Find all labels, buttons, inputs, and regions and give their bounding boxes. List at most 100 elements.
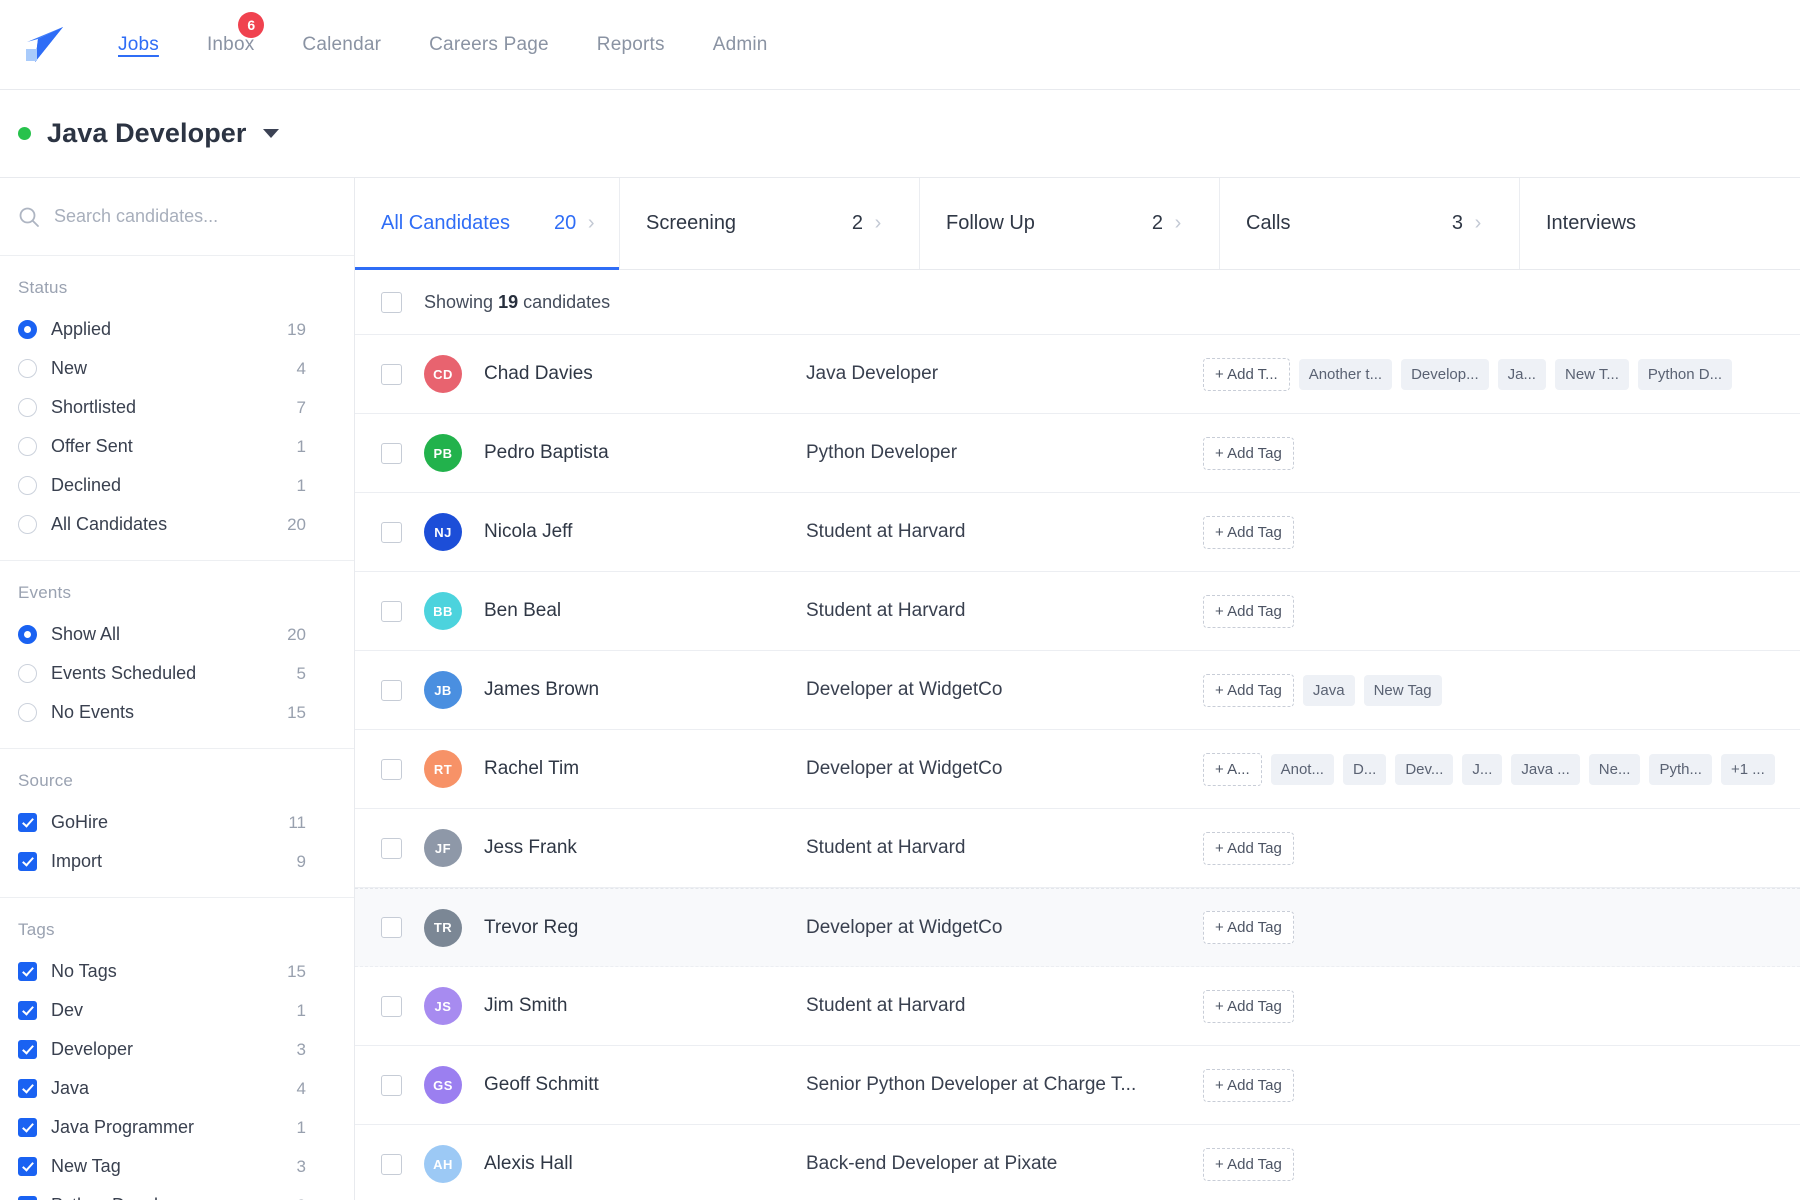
- candidate-name[interactable]: Rachel Tim: [484, 758, 784, 780]
- checkbox[interactable]: [18, 1001, 37, 1020]
- tag-chip[interactable]: Ne...: [1589, 754, 1641, 785]
- add-tag-button[interactable]: + A...: [1203, 753, 1262, 786]
- tag-chip[interactable]: J...: [1462, 754, 1502, 785]
- radio-button[interactable]: [18, 625, 37, 644]
- row-select-checkbox[interactable]: [381, 443, 402, 464]
- row-select-checkbox[interactable]: [381, 996, 402, 1017]
- tag-chip[interactable]: Another t...: [1299, 359, 1392, 390]
- radio-button[interactable]: [18, 437, 37, 456]
- candidate-name[interactable]: Jess Frank: [484, 837, 784, 859]
- tag-chip[interactable]: Java ...: [1511, 754, 1579, 785]
- row-select-checkbox[interactable]: [381, 680, 402, 701]
- tag-chip[interactable]: Ja...: [1498, 359, 1546, 390]
- candidate-name[interactable]: Alexis Hall: [484, 1153, 784, 1175]
- stage-tab-screening[interactable]: Screening2›: [620, 178, 920, 269]
- add-tag-button[interactable]: + Add Tag: [1203, 516, 1294, 549]
- tag-chip[interactable]: New Tag: [1364, 675, 1442, 706]
- tag-chip[interactable]: Pyth...: [1649, 754, 1712, 785]
- candidate-name[interactable]: Geoff Schmitt: [484, 1074, 784, 1096]
- table-row[interactable]: CDChad DaviesJava Developer+ Add T...Ano…: [355, 335, 1800, 414]
- select-all-checkbox[interactable]: [381, 292, 402, 313]
- nav-item-jobs[interactable]: Jobs: [94, 28, 183, 62]
- filter-option-all-candidates[interactable]: All Candidates20: [18, 505, 336, 544]
- nav-item-careers-page[interactable]: Careers Page: [405, 28, 573, 62]
- tag-chip[interactable]: D...: [1343, 754, 1386, 785]
- stage-tab-all-candidates[interactable]: All Candidates20›: [355, 178, 620, 269]
- radio-button[interactable]: [18, 703, 37, 722]
- row-select-checkbox[interactable]: [381, 917, 402, 938]
- candidate-name[interactable]: Nicola Jeff: [484, 521, 784, 543]
- add-tag-button[interactable]: + Add Tag: [1203, 1148, 1294, 1181]
- checkbox[interactable]: [18, 962, 37, 981]
- candidate-name[interactable]: James Brown: [484, 679, 784, 701]
- table-row[interactable]: GSGeoff SchmittSenior Python Developer a…: [355, 1046, 1800, 1125]
- row-select-checkbox[interactable]: [381, 1075, 402, 1096]
- filter-option-gohire[interactable]: GoHire11: [18, 803, 336, 842]
- add-tag-button[interactable]: + Add Tag: [1203, 437, 1294, 470]
- search-input[interactable]: [54, 206, 336, 227]
- candidate-name[interactable]: Trevor Reg: [484, 917, 784, 939]
- filter-option-new[interactable]: New4: [18, 349, 336, 388]
- row-select-checkbox[interactable]: [381, 1154, 402, 1175]
- tag-chip[interactable]: Dev...: [1395, 754, 1453, 785]
- filter-option-dev[interactable]: Dev1: [18, 991, 336, 1030]
- tag-chip[interactable]: Anot...: [1271, 754, 1334, 785]
- filter-option-declined[interactable]: Declined1: [18, 466, 336, 505]
- row-select-checkbox[interactable]: [381, 364, 402, 385]
- radio-button[interactable]: [18, 664, 37, 683]
- tag-chip[interactable]: Java: [1303, 675, 1355, 706]
- filter-option-import[interactable]: Import9: [18, 842, 336, 881]
- radio-button[interactable]: [18, 359, 37, 378]
- row-select-checkbox[interactable]: [381, 759, 402, 780]
- stage-tab-interviews[interactable]: Interviews: [1520, 178, 1800, 269]
- filter-option-offer-sent[interactable]: Offer Sent1: [18, 427, 336, 466]
- filter-option-developer[interactable]: Developer3: [18, 1030, 336, 1069]
- filter-option-show-all[interactable]: Show All20: [18, 615, 336, 654]
- add-tag-button[interactable]: + Add T...: [1203, 358, 1290, 391]
- checkbox[interactable]: [18, 1157, 37, 1176]
- table-row[interactable]: RTRachel TimDeveloper at WidgetCo+ A...A…: [355, 730, 1800, 809]
- table-row[interactable]: JFJess FrankStudent at Harvard+ Add Tag: [355, 809, 1800, 888]
- candidate-name[interactable]: Pedro Baptista: [484, 442, 784, 464]
- stage-tab-calls[interactable]: Calls3›: [1220, 178, 1520, 269]
- nav-item-inbox[interactable]: 6 Inbox: [183, 28, 278, 62]
- tag-chip[interactable]: Python D...: [1638, 359, 1732, 390]
- add-tag-button[interactable]: + Add Tag: [1203, 1069, 1294, 1102]
- tag-chip[interactable]: New T...: [1555, 359, 1629, 390]
- nav-item-admin[interactable]: Admin: [689, 28, 792, 62]
- add-tag-button[interactable]: + Add Tag: [1203, 832, 1294, 865]
- table-row[interactable]: BBBen BealStudent at Harvard+ Add Tag: [355, 572, 1800, 651]
- candidate-name[interactable]: Chad Davies: [484, 363, 784, 385]
- app-logo[interactable]: [18, 18, 72, 72]
- filter-option-java[interactable]: Java4: [18, 1069, 336, 1108]
- radio-button[interactable]: [18, 320, 37, 339]
- tag-chip[interactable]: +1 ...: [1721, 754, 1775, 785]
- add-tag-button[interactable]: + Add Tag: [1203, 674, 1294, 707]
- checkbox[interactable]: [18, 852, 37, 871]
- stage-tab-follow-up[interactable]: Follow Up2›: [920, 178, 1220, 269]
- filter-option-events-scheduled[interactable]: Events Scheduled5: [18, 654, 336, 693]
- table-row[interactable]: JSJim SmithStudent at Harvard+ Add Tag: [355, 967, 1800, 1046]
- checkbox[interactable]: [18, 1040, 37, 1059]
- add-tag-button[interactable]: + Add Tag: [1203, 595, 1294, 628]
- filter-option-no-tags[interactable]: No Tags15: [18, 952, 336, 991]
- row-select-checkbox[interactable]: [381, 522, 402, 543]
- add-tag-button[interactable]: + Add Tag: [1203, 911, 1294, 944]
- filter-option-new-tag[interactable]: New Tag3: [18, 1147, 336, 1186]
- table-row[interactable]: NJNicola JeffStudent at Harvard+ Add Tag: [355, 493, 1800, 572]
- add-tag-button[interactable]: + Add Tag: [1203, 990, 1294, 1023]
- filter-option-applied[interactable]: Applied19: [18, 310, 336, 349]
- table-row[interactable]: JBJames BrownDeveloper at WidgetCo+ Add …: [355, 651, 1800, 730]
- tag-chip[interactable]: Develop...: [1401, 359, 1489, 390]
- table-row[interactable]: AHAlexis HallBack-end Developer at Pixat…: [355, 1125, 1800, 1200]
- filter-option-java-programmer[interactable]: Java Programmer1: [18, 1108, 336, 1147]
- nav-item-reports[interactable]: Reports: [573, 28, 689, 62]
- checkbox[interactable]: [18, 1079, 37, 1098]
- row-select-checkbox[interactable]: [381, 838, 402, 859]
- nav-item-calendar[interactable]: Calendar: [278, 28, 405, 62]
- candidate-name[interactable]: Jim Smith: [484, 995, 784, 1017]
- candidate-name[interactable]: Ben Beal: [484, 600, 784, 622]
- checkbox[interactable]: [18, 1196, 37, 1200]
- row-select-checkbox[interactable]: [381, 601, 402, 622]
- filter-option-shortlisted[interactable]: Shortlisted7: [18, 388, 336, 427]
